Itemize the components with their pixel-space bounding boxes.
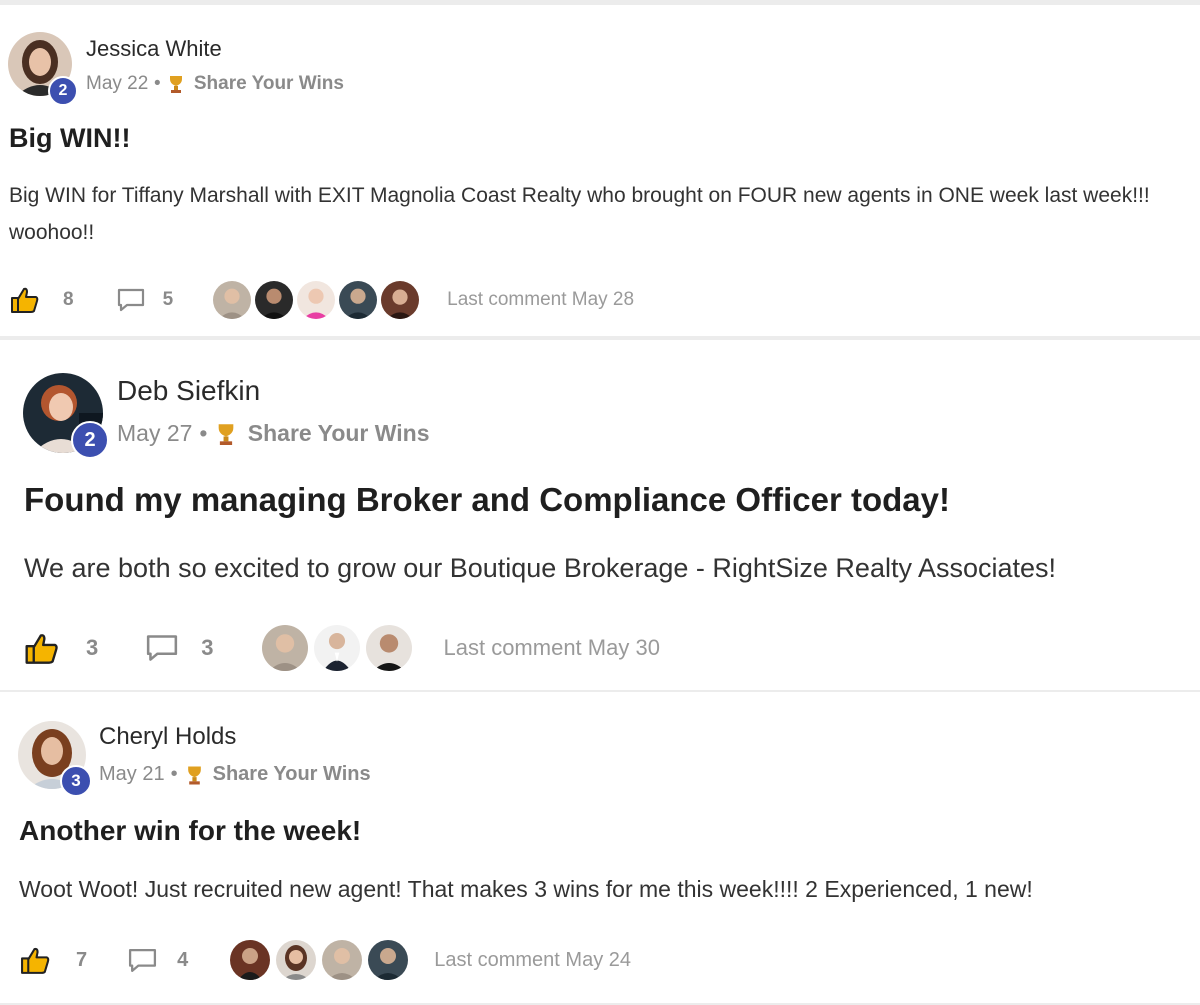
level-badge: 2 (48, 76, 78, 106)
like-count: 3 (86, 635, 99, 660)
trophy-icon (185, 764, 204, 786)
comment-bubble-icon[interactable] (144, 633, 180, 663)
commenter-avatar (366, 938, 411, 982)
commenter-avatar (337, 279, 380, 321)
meta-separator: • (170, 763, 178, 785)
level-badge: 3 (60, 765, 92, 797)
commenter-avatar (259, 623, 310, 673)
post-date[interactable]: May 21 (99, 763, 165, 786)
category-link[interactable]: Share Your Wins (248, 420, 430, 447)
like-count: 8 (63, 289, 74, 310)
post-title[interactable]: Big WIN!! (9, 123, 130, 154)
meta-separator: • (199, 420, 208, 446)
comment-bubble-icon[interactable] (127, 947, 158, 974)
post-meta: May 21 • Share Your Wins (99, 763, 371, 786)
commenter-avatar (228, 938, 273, 982)
author-avatar[interactable]: 2 (8, 32, 80, 106)
post-title[interactable]: Found my managing Broker and Compliance … (24, 481, 950, 519)
post-body[interactable]: Big WIN for Tiffany Marshall with EXIT M… (9, 177, 1194, 251)
last-comment-date: Last comment May 30 (443, 635, 660, 660)
commenter-avatar (379, 279, 422, 321)
comment-bubble-icon[interactable] (116, 287, 146, 313)
last-comment-date: Last comment May 28 (447, 289, 635, 310)
author-name[interactable]: Jessica White (86, 36, 222, 62)
post-date[interactable]: May 22 (86, 73, 148, 95)
commenter-avatar (211, 279, 254, 321)
commenter-avatar (363, 623, 414, 673)
post-meta: May 22 • Share Your Wins (86, 73, 344, 95)
commenter-avatars[interactable] (211, 279, 422, 321)
post-body[interactable]: Woot Woot! Just recruited new agent! Tha… (19, 872, 1200, 906)
post-title[interactable]: Another win for the week! (19, 815, 361, 847)
comment-count: 4 (177, 948, 189, 971)
comment-count: 5 (162, 289, 174, 310)
author-name[interactable]: Cheryl Holds (99, 723, 236, 751)
trophy-icon (215, 421, 237, 447)
post-card[interactable]: 2 Deb Siefkin May 27 • Share Your Wins F… (0, 340, 1200, 690)
post-body[interactable]: We are both so excited to grow our Bouti… (24, 550, 1200, 586)
post-date[interactable]: May 27 (117, 420, 192, 447)
commenter-avatars[interactable] (259, 623, 414, 673)
thumbs-up-icon[interactable] (10, 286, 40, 314)
category-link[interactable]: Share Your Wins (194, 73, 344, 95)
meta-separator: • (154, 73, 161, 94)
post-stats: 3 3 Last comment May 30 (24, 623, 660, 673)
like-count: 7 (76, 948, 88, 971)
post-card[interactable]: 2 Jessica White May 22 • Share Your Wins… (0, 5, 1200, 336)
commenter-avatar (320, 938, 365, 982)
commenter-avatar (274, 938, 319, 982)
post-stats: 7 4 Last comment May 24 (20, 938, 631, 982)
post-stats: 8 5 Last comment May 28 (10, 279, 635, 321)
post-meta: May 27 • Share Your Wins (117, 420, 430, 447)
commenter-avatar (253, 279, 296, 321)
thumbs-up-icon[interactable] (20, 946, 51, 975)
category-link[interactable]: Share Your Wins (213, 763, 371, 786)
level-badge: 2 (71, 421, 109, 459)
commenter-avatar (295, 279, 338, 321)
author-name[interactable]: Deb Siefkin (117, 375, 260, 407)
commenter-avatars[interactable] (228, 938, 411, 982)
comment-count: 3 (201, 635, 214, 660)
thumbs-up-icon[interactable] (24, 632, 60, 665)
last-comment-date: Last comment May 24 (434, 948, 631, 971)
post-card[interactable]: 3 Cheryl Holds May 21 • Share Your Wins … (0, 692, 1200, 1003)
author-avatar[interactable]: 2 (23, 373, 111, 461)
author-avatar[interactable]: 3 (18, 721, 94, 797)
trophy-icon (167, 74, 185, 94)
commenter-avatar (311, 623, 362, 673)
